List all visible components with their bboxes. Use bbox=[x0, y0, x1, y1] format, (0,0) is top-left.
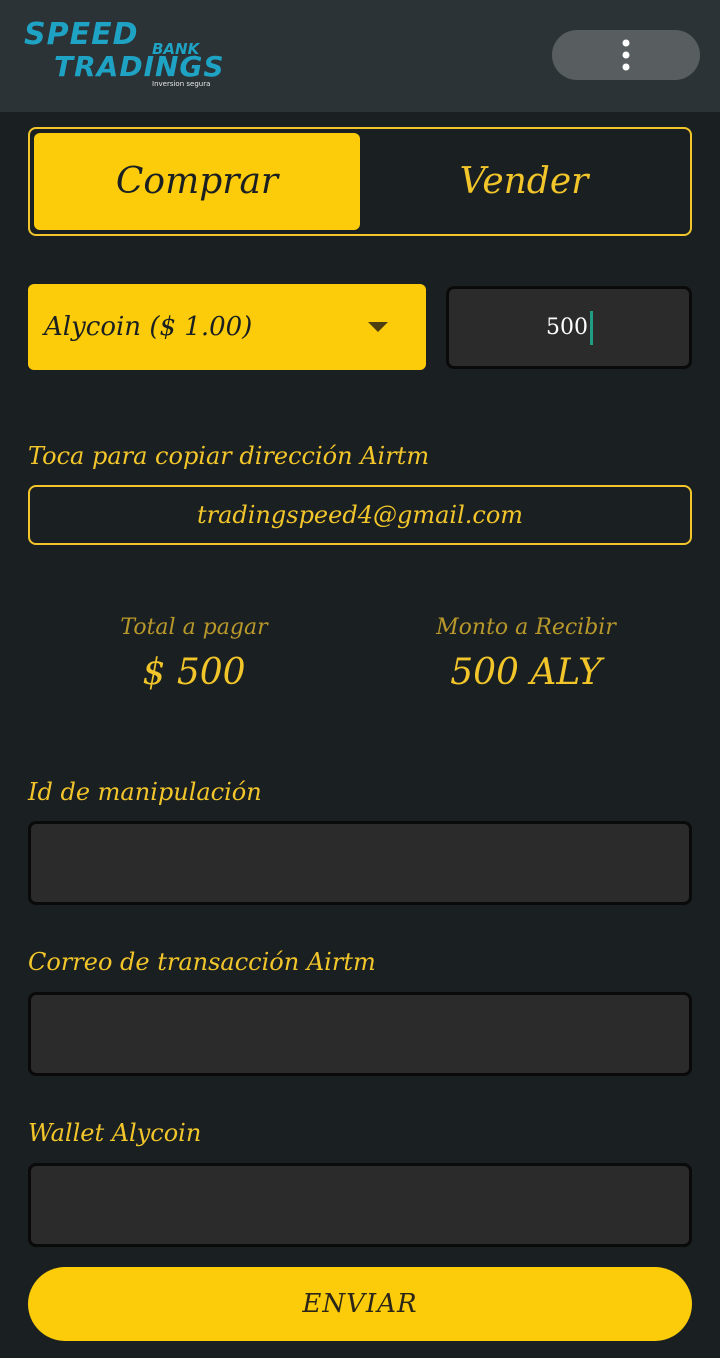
amount-input-value: 500 bbox=[546, 315, 588, 340]
tab-buy[interactable]: Comprar bbox=[34, 133, 360, 230]
caret-down-icon bbox=[368, 322, 388, 332]
receive-value: 500 ALY bbox=[450, 652, 602, 693]
wallet-label: Wallet Alycoin bbox=[28, 1119, 202, 1147]
copy-address-label: Toca para copiar dirección Airtm bbox=[28, 442, 430, 470]
copy-address-button[interactable]: tradingspeed4@gmail.com bbox=[28, 485, 692, 545]
manipulation-id-label: Id de manipulación bbox=[28, 778, 262, 806]
total-value: $ 500 bbox=[142, 652, 246, 693]
amount-to-receive: Monto a Recibir 500 ALY bbox=[406, 615, 646, 693]
airtm-address: tradingspeed4@gmail.com bbox=[196, 501, 524, 529]
tab-sell[interactable]: Vender bbox=[362, 133, 686, 230]
logo-speed-text: SPEED bbox=[24, 17, 139, 52]
wallet-input[interactable] bbox=[28, 1163, 692, 1247]
transaction-email-label: Correo de transacción Airtm bbox=[28, 948, 376, 976]
buy-sell-toggle: Comprar Vender bbox=[28, 127, 692, 236]
manipulation-id-input[interactable] bbox=[28, 821, 692, 905]
more-options-button[interactable] bbox=[552, 30, 700, 80]
total-to-pay: Total a pagar $ 500 bbox=[74, 615, 314, 693]
submit-button[interactable]: ENVIAR bbox=[28, 1267, 692, 1341]
amount-input[interactable]: 500 bbox=[446, 286, 692, 369]
speed-tradings-logo: SPEED BANK TRADINGS Inversion segura bbox=[24, 17, 224, 92]
logo-tagline: Inversion segura bbox=[152, 80, 211, 88]
currency-select-value: Alycoin ($ 1.00) bbox=[44, 312, 253, 342]
more-vertical-icon bbox=[622, 39, 630, 71]
transaction-email-input[interactable] bbox=[28, 992, 692, 1076]
currency-select[interactable]: Alycoin ($ 1.00) bbox=[28, 284, 426, 370]
app-header: SPEED BANK TRADINGS Inversion segura bbox=[0, 0, 720, 112]
receive-label: Monto a Recibir bbox=[436, 615, 616, 640]
logo-tradings-text: TRADINGS bbox=[54, 50, 225, 83]
text-cursor bbox=[590, 310, 593, 345]
total-label: Total a pagar bbox=[120, 615, 268, 640]
